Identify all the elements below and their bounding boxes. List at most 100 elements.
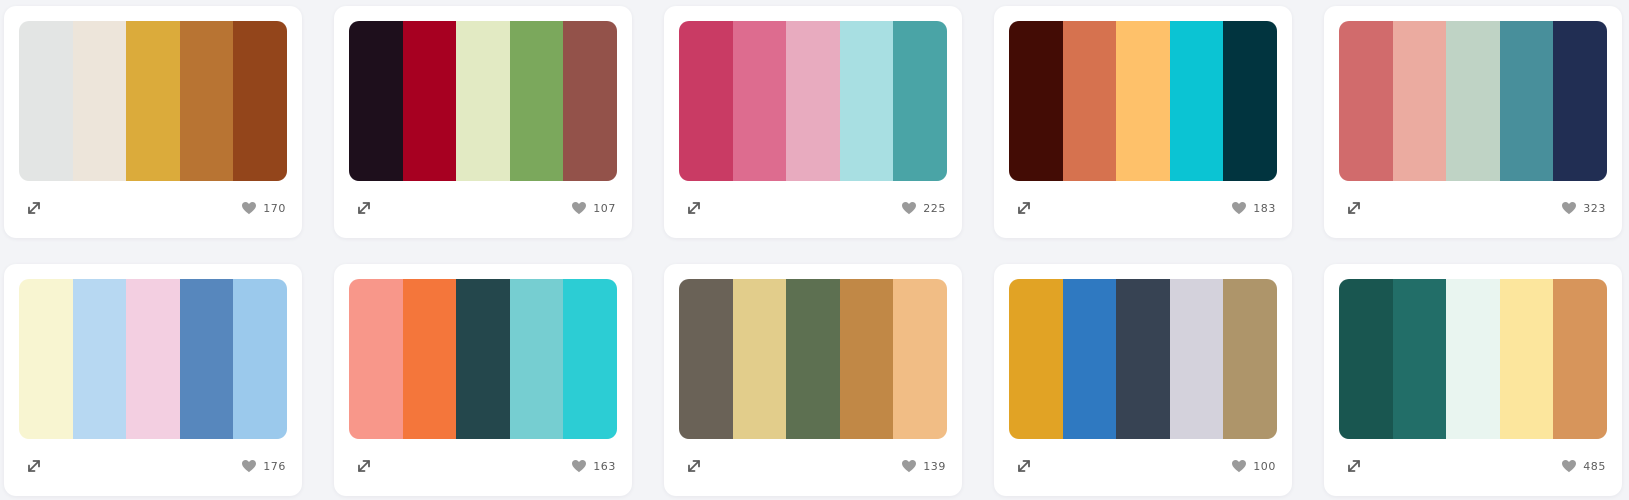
color-swatch[interactable]: [19, 279, 73, 439]
expand-icon[interactable]: [24, 456, 44, 476]
color-swatch[interactable]: [1169, 279, 1224, 439]
expand-icon[interactable]: [1014, 198, 1034, 218]
palette-swatches[interactable]: [1009, 21, 1277, 181]
palette-card[interactable]: 139: [664, 264, 962, 496]
heart-icon: [1562, 202, 1577, 215]
color-swatch[interactable]: [893, 279, 947, 439]
like-button[interactable]: 485: [1561, 456, 1606, 476]
color-swatch[interactable]: [839, 279, 894, 439]
palette-swatches[interactable]: [679, 21, 947, 181]
palette-card[interactable]: 100: [994, 264, 1292, 496]
color-swatch[interactable]: [1339, 21, 1393, 181]
color-swatch[interactable]: [786, 279, 840, 439]
expand-icon[interactable]: [1344, 198, 1364, 218]
like-button[interactable]: 323: [1561, 198, 1606, 218]
color-swatch[interactable]: [1223, 279, 1277, 439]
palette-swatches[interactable]: [349, 21, 617, 181]
heart-icon: [1232, 202, 1247, 215]
color-swatch[interactable]: [1116, 279, 1170, 439]
like-count: 323: [1583, 201, 1606, 215]
expand-icon[interactable]: [354, 198, 374, 218]
like-count: 163: [593, 459, 616, 473]
color-swatch[interactable]: [893, 21, 947, 181]
color-swatch[interactable]: [1223, 21, 1277, 181]
palette-card[interactable]: 107: [334, 6, 632, 238]
like-button[interactable]: 100: [1231, 456, 1276, 476]
color-swatch[interactable]: [1392, 279, 1447, 439]
color-swatch[interactable]: [1553, 279, 1607, 439]
palette-swatches[interactable]: [19, 279, 287, 439]
color-swatch[interactable]: [1553, 21, 1607, 181]
color-swatch[interactable]: [456, 279, 510, 439]
color-swatch[interactable]: [349, 21, 403, 181]
expand-arrows-icon: [1018, 202, 1030, 214]
color-swatch[interactable]: [19, 21, 73, 181]
color-swatch[interactable]: [233, 279, 287, 439]
expand-arrows-icon: [688, 202, 700, 214]
palette-card[interactable]: 323: [1324, 6, 1622, 238]
color-swatch[interactable]: [839, 21, 894, 181]
palette-card[interactable]: 170: [4, 6, 302, 238]
color-swatch[interactable]: [509, 21, 564, 181]
color-swatch[interactable]: [233, 21, 287, 181]
palette-card[interactable]: 183: [994, 6, 1292, 238]
color-swatch[interactable]: [349, 279, 403, 439]
color-swatch[interactable]: [679, 21, 733, 181]
color-swatch[interactable]: [1499, 21, 1554, 181]
color-swatch[interactable]: [1062, 21, 1117, 181]
color-swatch[interactable]: [1392, 21, 1447, 181]
color-swatch[interactable]: [679, 279, 733, 439]
color-swatch[interactable]: [563, 21, 617, 181]
color-swatch[interactable]: [1446, 279, 1500, 439]
like-count: 176: [263, 459, 286, 473]
like-button[interactable]: 139: [901, 456, 946, 476]
like-button[interactable]: 163: [571, 456, 616, 476]
expand-icon[interactable]: [1344, 456, 1364, 476]
palette-swatches[interactable]: [1339, 21, 1607, 181]
like-count: 107: [593, 201, 616, 215]
color-swatch[interactable]: [1446, 21, 1500, 181]
color-swatch[interactable]: [126, 21, 180, 181]
palette-swatches[interactable]: [1339, 279, 1607, 439]
color-swatch[interactable]: [402, 279, 457, 439]
color-swatch[interactable]: [1499, 279, 1554, 439]
palette-swatches[interactable]: [1009, 279, 1277, 439]
color-swatch[interactable]: [732, 279, 787, 439]
expand-icon[interactable]: [24, 198, 44, 218]
color-swatch[interactable]: [179, 279, 234, 439]
color-swatch[interactable]: [456, 21, 510, 181]
expand-icon[interactable]: [684, 198, 704, 218]
color-swatch[interactable]: [1009, 279, 1063, 439]
expand-arrows-icon: [358, 202, 370, 214]
color-swatch[interactable]: [563, 279, 617, 439]
palette-card[interactable]: 163: [334, 264, 632, 496]
color-swatch[interactable]: [1062, 279, 1117, 439]
palette-swatches[interactable]: [349, 279, 617, 439]
color-swatch[interactable]: [402, 21, 457, 181]
color-swatch[interactable]: [1116, 21, 1170, 181]
palette-card[interactable]: 485: [1324, 264, 1622, 496]
palette-swatches[interactable]: [19, 21, 287, 181]
palette-swatches[interactable]: [679, 279, 947, 439]
like-button[interactable]: 107: [571, 198, 616, 218]
color-swatch[interactable]: [72, 279, 127, 439]
color-swatch[interactable]: [1009, 21, 1063, 181]
color-swatch[interactable]: [732, 21, 787, 181]
color-swatch[interactable]: [126, 279, 180, 439]
color-swatch[interactable]: [72, 21, 127, 181]
expand-icon[interactable]: [684, 456, 704, 476]
expand-icon[interactable]: [354, 456, 374, 476]
color-swatch[interactable]: [1339, 279, 1393, 439]
like-button[interactable]: 170: [241, 198, 286, 218]
like-button[interactable]: 225: [901, 198, 946, 218]
color-swatch[interactable]: [1169, 21, 1224, 181]
like-button[interactable]: 183: [1231, 198, 1276, 218]
color-swatch[interactable]: [786, 21, 840, 181]
expand-icon[interactable]: [1014, 456, 1034, 476]
color-swatch[interactable]: [509, 279, 564, 439]
palette-card[interactable]: 176: [4, 264, 302, 496]
color-swatch[interactable]: [179, 21, 234, 181]
expand-arrows-icon: [358, 460, 370, 472]
like-button[interactable]: 176: [241, 456, 286, 476]
palette-card[interactable]: 225: [664, 6, 962, 238]
